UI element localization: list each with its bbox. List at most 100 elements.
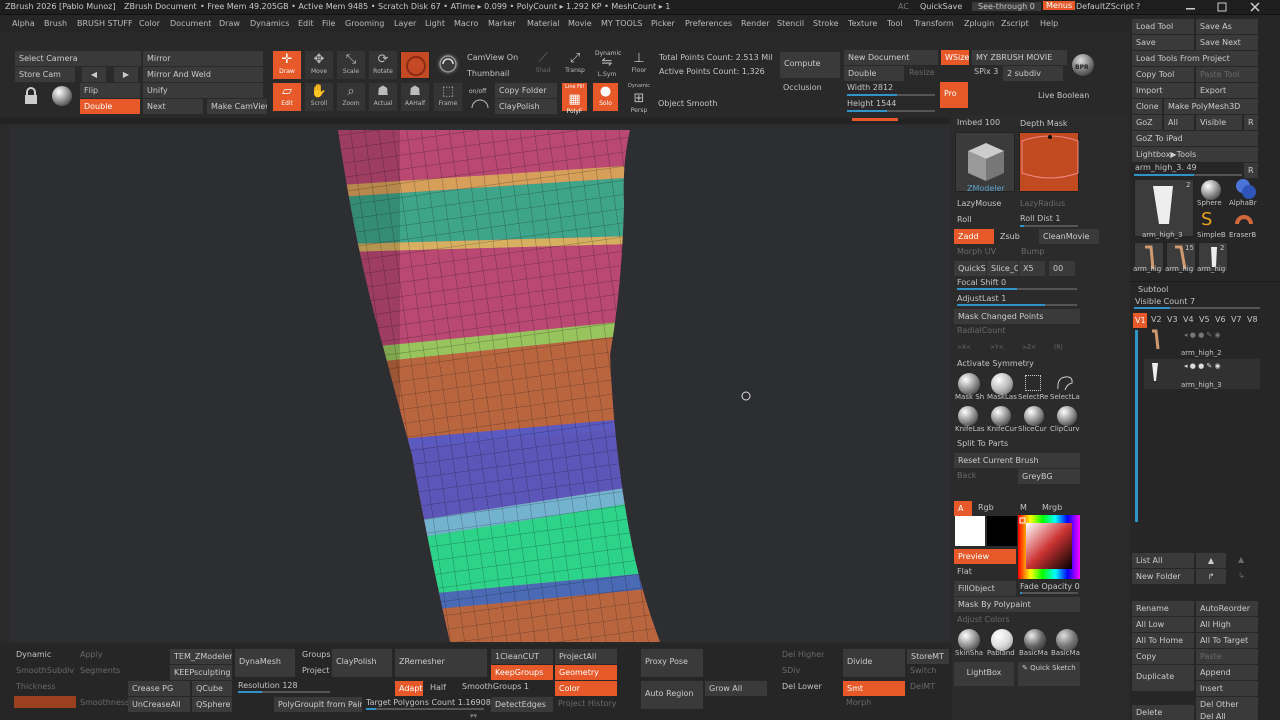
rotate-tool-button[interactable]: ⟳ Rotate <box>368 50 398 80</box>
sphere3d-tool-icon[interactable] <box>1201 180 1221 200</box>
slice-cu-button[interactable]: Slice_Cu <box>987 261 1018 276</box>
menu-edit[interactable]: Edit <box>298 19 314 28</box>
menu-marker[interactable]: Marker <box>488 19 516 28</box>
mask-by-polypaint-button[interactable]: Mask By Polypaint <box>954 597 1080 612</box>
my-zbrush-movie-button[interactable]: MY ZBRUSH MOVIE <box>972 50 1067 65</box>
menu-color[interactable]: Color <box>139 19 160 28</box>
flip-button[interactable]: Flip <box>80 83 140 98</box>
subtool-tab-v8[interactable]: V8 <box>1247 314 1258 325</box>
color-toggle[interactable]: Color <box>555 681 617 696</box>
polyf-button[interactable]: Line Fill ▦ PolyF <box>561 82 588 115</box>
onecleancut-button[interactable]: 1CleanCUT <box>491 649 553 664</box>
duplicate-button[interactable]: Duplicate <box>1132 665 1194 691</box>
load-tool-button[interactable]: Load Tool <box>1132 19 1194 34</box>
menu-preferences[interactable]: Preferences <box>685 19 732 28</box>
compute-button[interactable]: Compute <box>780 52 840 78</box>
knife-curve-brush-icon[interactable] <box>991 406 1011 426</box>
subtool-tab-v2[interactable]: V2 <box>1151 314 1162 325</box>
color-picker-gradient[interactable] <box>1018 515 1080 579</box>
y-symmetry-button[interactable]: >Y< <box>990 342 1004 353</box>
eraserbrush-tool-icon[interactable] <box>1233 210 1255 230</box>
menu-brush[interactable]: Brush <box>44 19 67 28</box>
move-up-dim-icon[interactable]: ▲ <box>1238 554 1244 565</box>
smt-toggle[interactable]: Smt <box>843 681 905 696</box>
persp-button[interactable]: Dynamic ⊞ Persp <box>624 82 654 114</box>
new-folder-button[interactable]: New Folder <box>1132 569 1194 584</box>
wsize-button[interactable]: WSize <box>941 50 969 65</box>
collapse-arrow-icon[interactable]: ▾▾ <box>470 713 490 720</box>
oo-button[interactable]: 00 <box>1049 261 1075 276</box>
lazyradius-slider[interactable]: LazyRadius <box>1020 198 1065 209</box>
radialcount-slider[interactable]: RadialCount <box>957 325 1005 336</box>
switch-button[interactable]: Switch <box>910 665 936 676</box>
menu-dynamics[interactable]: Dynamics <box>250 19 289 28</box>
all-low-button[interactable]: All Low <box>1132 617 1194 632</box>
fade-opacity-slider[interactable]: Fade Opacity 0 <box>1020 581 1080 592</box>
clip-curve-brush-icon[interactable] <box>1057 406 1077 426</box>
current-tool-slider[interactable]: arm_high_3. 49 <box>1135 162 1197 173</box>
geometry-toggle[interactable]: Geometry <box>555 665 617 680</box>
goz-all-button[interactable]: All <box>1164 115 1194 130</box>
delmt-button[interactable]: DelMT <box>910 681 935 692</box>
activate-symmetry-button[interactable]: Activate Symmetry <box>957 358 1034 369</box>
menu-tool[interactable]: Tool <box>887 19 903 28</box>
lightbox-button[interactable]: LightBox <box>954 662 1014 686</box>
visible-count-slider[interactable]: Visible Count 7 <box>1135 296 1195 307</box>
greybg-button[interactable]: GreyBG <box>1018 469 1080 484</box>
menu-render[interactable]: Render <box>741 19 769 28</box>
thickness-slider[interactable]: Thickness <box>16 681 56 692</box>
height-slider-track[interactable] <box>847 110 935 112</box>
menus-toggle[interactable]: Menus <box>1043 1 1076 10</box>
qsphere-button[interactable]: QSphere <box>192 697 232 712</box>
groups-toggle[interactable]: Groups <box>302 649 331 660</box>
pro-button[interactable]: Pro <box>940 82 968 108</box>
draw-tool-button[interactable]: ✛ Draw <box>272 50 302 80</box>
double-button[interactable]: Double <box>80 99 140 114</box>
menu-texture[interactable]: Texture <box>848 19 877 28</box>
mirror-button[interactable]: Mirror <box>143 51 263 66</box>
menu-picker[interactable]: Picker <box>651 19 675 28</box>
move-tool-button[interactable]: ✥ Move <box>304 50 334 80</box>
brush-color-swatch[interactable] <box>400 51 430 79</box>
bump-button[interactable]: Bump <box>1021 246 1044 257</box>
quicksc-button[interactable]: QuickSc <box>954 261 986 276</box>
scroll-button[interactable]: ✋ Scroll <box>304 82 334 112</box>
menu-transform[interactable]: Transform <box>914 19 954 28</box>
menu-zscript[interactable]: Zscript <box>1001 19 1029 28</box>
x5-button[interactable]: X5 <box>1019 261 1045 276</box>
reset-current-brush-button[interactable]: Reset Current Brush <box>954 453 1080 468</box>
rename-button[interactable]: Rename <box>1132 601 1194 616</box>
imbed-slider[interactable]: Imbed 100 <box>957 117 1000 128</box>
goz-to-ipad-button[interactable]: GoZ To iPad <box>1132 131 1258 146</box>
main-color-swatch[interactable] <box>955 516 985 546</box>
subtool-tab-v1[interactable]: V1 <box>1133 313 1147 328</box>
del-lower-button[interactable]: Del Lower <box>782 681 822 692</box>
project-history-button[interactable]: Project History <box>558 698 616 709</box>
all-high-button[interactable]: All High <box>1196 617 1258 632</box>
adjust-colors-button[interactable]: Adjust Colors <box>957 614 1010 625</box>
target-polygons-track[interactable] <box>366 708 484 710</box>
subtool-visibility-icons[interactable]: ◂ ● ● ✎ ◉ <box>1184 331 1258 339</box>
proxy-pose-button[interactable]: Proxy Pose <box>641 649 703 677</box>
menu-brush-stuff[interactable]: BRUSH STUFF <box>77 19 133 28</box>
spix-slider[interactable]: SPix 3 <box>974 66 998 77</box>
del-higher-button[interactable]: Del Higher <box>782 649 824 660</box>
material-sphere-icon[interactable] <box>52 86 72 106</box>
mirror-and-weld-button[interactable]: Mirror And Weld <box>143 67 263 82</box>
all-to-home-button[interactable]: All To Home <box>1132 633 1194 648</box>
transp-button[interactable]: ⤢ Transp <box>560 50 590 80</box>
list-all-button[interactable]: List All <box>1132 553 1194 568</box>
claypolish-button[interactable]: ClayPolish <box>332 649 392 677</box>
camera-next-arrow-icon[interactable]: ▶ <box>114 67 138 82</box>
back-button[interactable]: Back <box>957 470 976 481</box>
split-to-parts-button[interactable]: Split To Parts <box>957 438 1008 449</box>
onoff-label[interactable]: on/off <box>469 86 486 97</box>
help-icon[interactable]: ? <box>1136 2 1140 11</box>
del-all-button[interactable]: Del All <box>1196 712 1258 720</box>
occlusion-toggle[interactable]: Occlusion <box>783 82 822 93</box>
smoothsubdiv-slider[interactable]: SmoothSubdiv <box>16 665 74 676</box>
knife-lasso-brush-icon[interactable] <box>958 406 978 426</box>
subtool-tab-v7[interactable]: V7 <box>1231 314 1242 325</box>
camview-on-toggle[interactable]: CamView On <box>467 52 518 63</box>
menu-draw[interactable]: Draw <box>219 19 240 28</box>
